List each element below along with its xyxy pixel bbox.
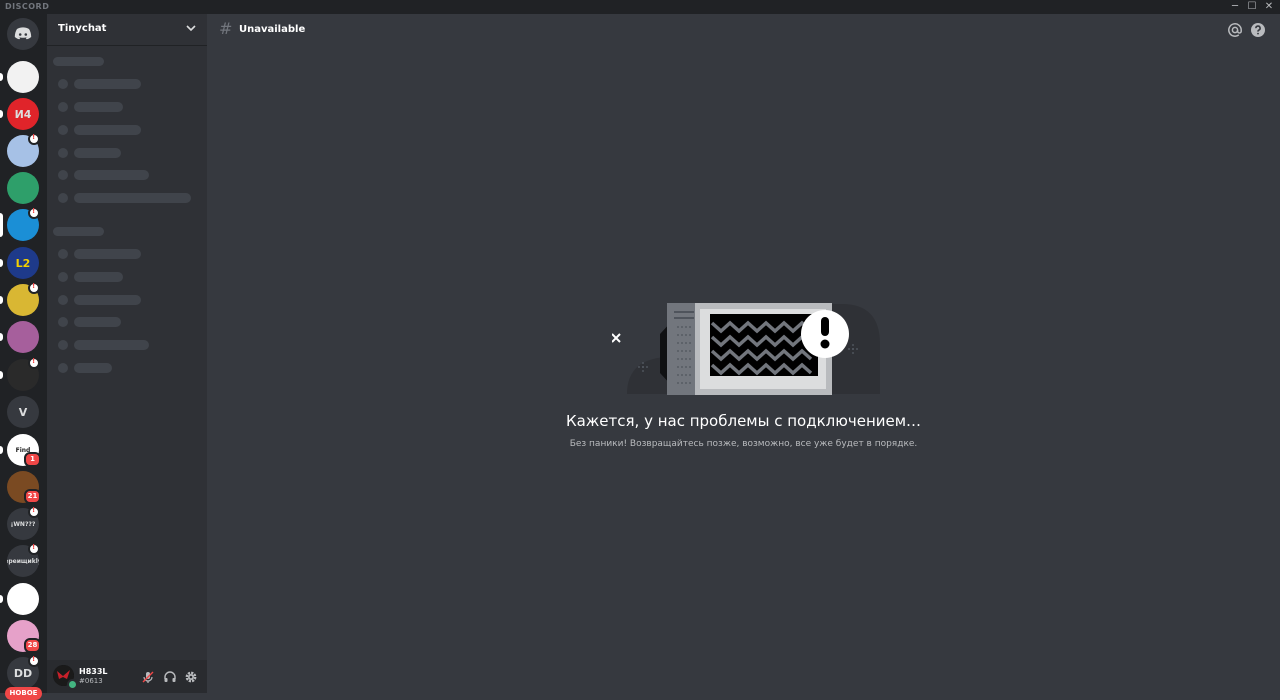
skeleton-icon bbox=[58, 102, 68, 112]
unread-badge bbox=[28, 655, 40, 667]
unread-badge bbox=[28, 506, 40, 518]
skeleton-icon bbox=[58, 363, 68, 373]
unread-badge bbox=[28, 543, 40, 555]
skeleton-icon bbox=[58, 170, 68, 180]
mention-count-badge: 21 bbox=[24, 489, 41, 504]
skeleton-category bbox=[53, 57, 104, 66]
title-bar: DISCORD ─ ☐ ✕ bbox=[0, 0, 1280, 14]
guild-label: V bbox=[18, 405, 28, 419]
new-mentions-pill[interactable]: НОВОЕ bbox=[5, 687, 42, 700]
skeleton-channel bbox=[74, 170, 149, 180]
mention-count-badge: 28 bbox=[24, 638, 41, 653]
skeleton-channel bbox=[74, 79, 141, 89]
at-icon[interactable] bbox=[1227, 22, 1243, 38]
guild-l2[interactable]: L2 bbox=[7, 247, 39, 279]
guild-purple[interactable] bbox=[7, 321, 39, 353]
guild-v[interactable]: V bbox=[7, 396, 39, 428]
skeleton-channel bbox=[74, 272, 123, 282]
skeleton-icon bbox=[58, 79, 68, 89]
main-content: # Unavailable Кажется, у нас проблемы с … bbox=[207, 14, 1280, 693]
skeleton-channel bbox=[74, 102, 123, 112]
error-subtitle: Без паники! Возвращайтесь позже, возможн… bbox=[569, 439, 918, 449]
skeleton-channel bbox=[74, 148, 121, 158]
skeleton-channel bbox=[74, 249, 141, 259]
guild-unread-pill bbox=[0, 259, 3, 267]
guild-unread-pill bbox=[0, 595, 3, 603]
unread-badge bbox=[28, 357, 40, 369]
unread-badge bbox=[28, 282, 40, 294]
server-name: Tinychat bbox=[58, 23, 107, 34]
mention-count-badge: 1 bbox=[24, 452, 41, 467]
home-button[interactable] bbox=[7, 18, 39, 50]
skeleton-category bbox=[53, 227, 104, 236]
guild-unread-pill bbox=[0, 371, 3, 379]
skeleton-icon bbox=[58, 340, 68, 350]
channel-sidebar: Tinychat H833L #0613 bbox=[47, 14, 207, 693]
guild-eagle[interactable] bbox=[7, 61, 39, 93]
connection-error-illustration bbox=[612, 303, 880, 395]
unread-badge bbox=[28, 207, 40, 219]
channel-header: # Unavailable bbox=[207, 14, 1280, 46]
error-title: Кажется, у нас проблемы с подключением… bbox=[565, 412, 922, 430]
skeleton-channel bbox=[74, 193, 191, 203]
guild-red-logo[interactable]: И4 bbox=[7, 98, 39, 130]
skeleton-channel bbox=[74, 317, 121, 327]
skeleton-channel bbox=[74, 340, 149, 350]
skeleton-icon bbox=[58, 317, 68, 327]
skeleton-icon bbox=[58, 125, 68, 135]
skeleton-channel bbox=[74, 363, 112, 373]
unread-badge bbox=[28, 133, 40, 145]
guild-unread-pill bbox=[0, 73, 3, 81]
skeleton-icon bbox=[58, 249, 68, 259]
guild-unread-pill bbox=[0, 446, 3, 454]
skeleton-icon bbox=[58, 148, 68, 158]
guild-unread-pill bbox=[0, 213, 3, 237]
user-panel: H833L #0613 bbox=[47, 660, 207, 693]
hash-icon: # bbox=[219, 19, 233, 38]
online-status-indicator bbox=[67, 679, 78, 690]
headphones-icon[interactable] bbox=[163, 670, 177, 684]
close-button[interactable]: ✕ bbox=[1258, 0, 1280, 14]
guild-label: L2 bbox=[15, 256, 31, 270]
skeleton-icon bbox=[58, 193, 68, 203]
skeleton-channel bbox=[74, 295, 141, 305]
mic-muted-icon[interactable] bbox=[141, 670, 155, 684]
guild-sidebar: И4L2VFind121¡WN???ереищиkly28DD НОВОЕ bbox=[0, 14, 47, 700]
guild-wolf[interactable] bbox=[7, 583, 39, 615]
channel-title: Unavailable bbox=[239, 24, 306, 35]
server-header[interactable]: Tinychat bbox=[47, 14, 207, 46]
chevron-down-icon bbox=[186, 25, 196, 32]
guild-green-card[interactable] bbox=[7, 172, 39, 204]
app-brand: DISCORD bbox=[5, 2, 50, 11]
guild-unread-pill bbox=[0, 110, 3, 118]
guild-unread-pill bbox=[0, 333, 3, 341]
skeleton-channel bbox=[74, 125, 141, 135]
help-icon[interactable] bbox=[1250, 22, 1266, 38]
skeleton-icon bbox=[58, 272, 68, 282]
user-discriminator: #0613 bbox=[79, 677, 103, 685]
discord-logo-icon bbox=[14, 27, 32, 40]
guild-unread-pill bbox=[0, 296, 3, 304]
guild-label: И4 bbox=[14, 107, 32, 121]
username: H833L bbox=[79, 667, 108, 676]
skeleton-icon bbox=[58, 295, 68, 305]
gear-icon[interactable] bbox=[184, 670, 198, 684]
